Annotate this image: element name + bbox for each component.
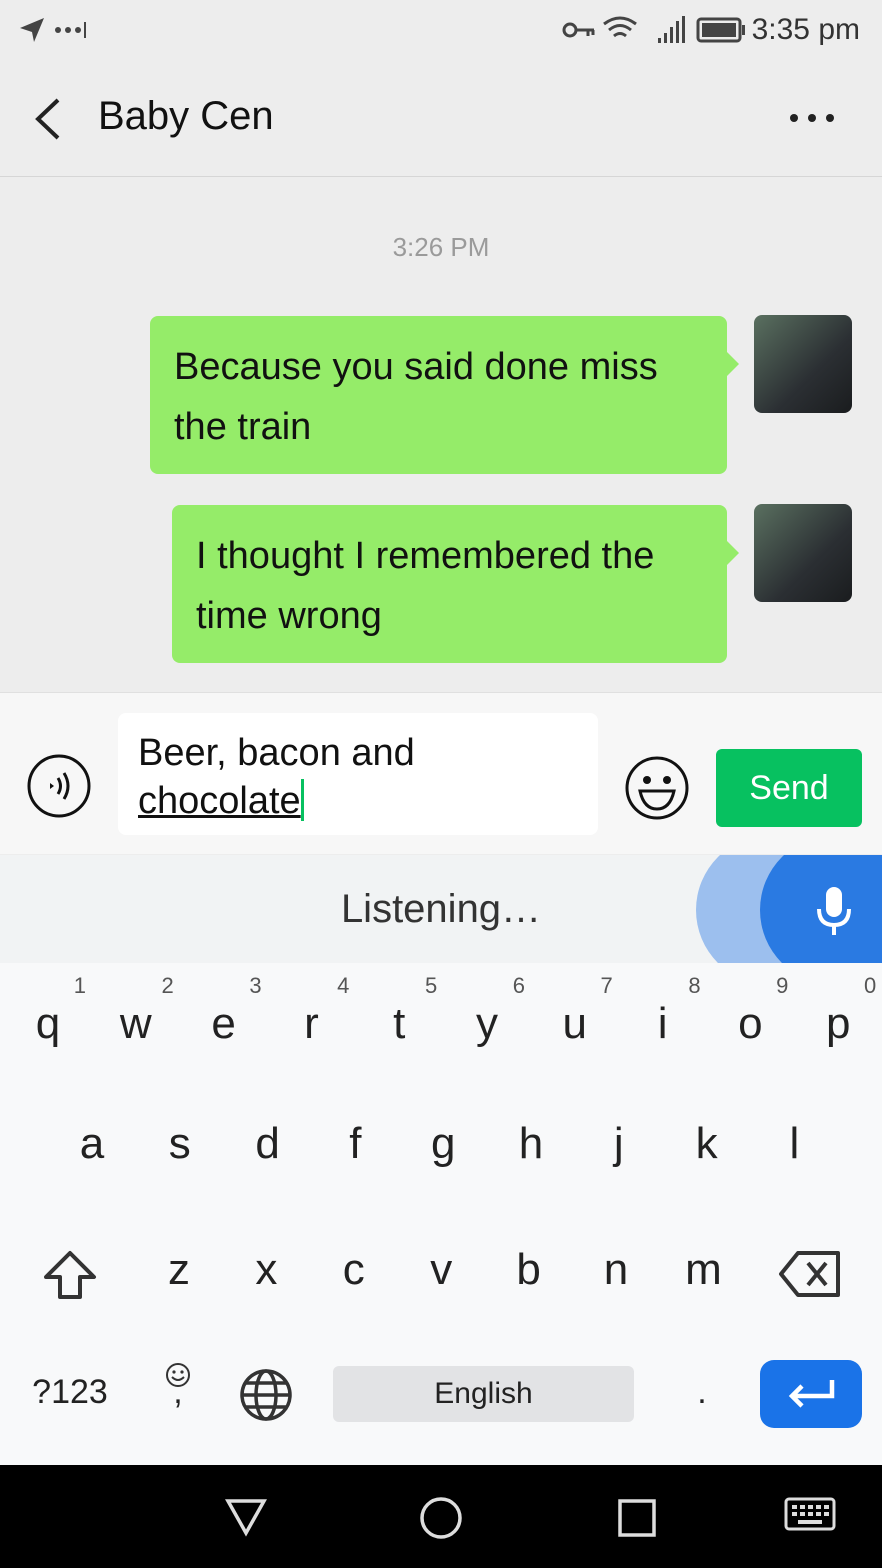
key-hint: 4 bbox=[337, 973, 350, 998]
more-horizontal-icon[interactable] bbox=[786, 110, 838, 126]
message-input[interactable]: Beer, bacon and chocolate bbox=[118, 713, 598, 835]
key-n[interactable]: n bbox=[572, 1245, 660, 1295]
input-line: Beer, bacon and bbox=[138, 732, 415, 774]
voice-input-icon[interactable] bbox=[26, 753, 92, 819]
key-label: q bbox=[35, 999, 61, 1048]
key-hint: 5 bbox=[424, 973, 438, 998]
key-a[interactable]: a bbox=[48, 1119, 136, 1169]
space-bar[interactable]: English bbox=[333, 1366, 634, 1422]
key-b[interactable]: b bbox=[485, 1245, 573, 1295]
backspace-icon[interactable] bbox=[778, 1249, 844, 1299]
keyboard-icon[interactable] bbox=[784, 1497, 836, 1537]
symbols-key[interactable]: ?123 bbox=[26, 1373, 114, 1412]
key-y[interactable]: y6 bbox=[443, 973, 531, 1049]
keyboard: ?123 , English . q1w2e3r4t5y6u7i8o9p0asd… bbox=[0, 963, 882, 1465]
key-q[interactable]: q1 bbox=[4, 973, 92, 1049]
send-icon bbox=[20, 18, 86, 42]
avatar[interactable] bbox=[754, 504, 852, 602]
enter-icon bbox=[788, 1380, 835, 1408]
message-timestamp: 3:26 PM bbox=[392, 232, 490, 262]
chat-header: Baby Cen bbox=[0, 60, 882, 177]
navigation-bar bbox=[0, 1465, 882, 1568]
key-label: w bbox=[119, 999, 152, 1048]
send-button[interactable]: Send bbox=[716, 749, 862, 827]
key-x[interactable]: x bbox=[222, 1245, 310, 1295]
back-triangle-icon[interactable] bbox=[224, 1497, 268, 1537]
input-bar: Beer, bacon and chocolate Send bbox=[0, 692, 882, 854]
key-p[interactable]: p0 bbox=[794, 973, 882, 1049]
home-circle-icon[interactable] bbox=[418, 1495, 464, 1541]
key-l[interactable]: l bbox=[750, 1119, 838, 1169]
key-hint: 7 bbox=[600, 973, 613, 998]
key-hint: 1 bbox=[73, 973, 86, 998]
signal-icon bbox=[658, 16, 685, 43]
key-icon bbox=[562, 22, 595, 38]
clock: 3:35 pm bbox=[751, 13, 860, 46]
input-composing-text: chocolate bbox=[138, 780, 301, 822]
key-g[interactable]: g bbox=[399, 1119, 487, 1169]
key-label: r bbox=[304, 999, 319, 1048]
key-hint: 9 bbox=[776, 973, 789, 998]
key-w[interactable]: w2 bbox=[92, 973, 180, 1049]
key-z[interactable]: z bbox=[135, 1245, 223, 1295]
text-cursor bbox=[300, 779, 304, 821]
system-icons bbox=[562, 16, 745, 43]
key-s[interactable]: s bbox=[136, 1119, 224, 1169]
key-hint: 6 bbox=[512, 973, 525, 998]
chevron-left-icon[interactable] bbox=[30, 96, 64, 142]
key-r[interactable]: r4 bbox=[267, 973, 355, 1049]
key-k[interactable]: k bbox=[663, 1119, 751, 1169]
key-h[interactable]: h bbox=[487, 1119, 575, 1169]
key-hint: 0 bbox=[863, 973, 877, 998]
comma-key[interactable]: , bbox=[134, 1373, 222, 1412]
key-label: t bbox=[393, 999, 406, 1048]
key-f[interactable]: f bbox=[311, 1119, 399, 1169]
key-label: p bbox=[825, 999, 851, 1048]
key-e[interactable]: e3 bbox=[180, 973, 268, 1049]
recents-square-icon[interactable] bbox=[616, 1497, 658, 1539]
wifi-icon bbox=[603, 16, 637, 38]
key-label: o bbox=[738, 999, 763, 1048]
key-label: u bbox=[562, 999, 588, 1048]
message-bubble[interactable]: I thought I remembered the time wrong bbox=[172, 505, 739, 663]
page-title: Baby Cen bbox=[98, 94, 274, 138]
enter-key[interactable] bbox=[760, 1360, 862, 1428]
key-d[interactable]: d bbox=[224, 1119, 312, 1169]
key-hint: 3 bbox=[249, 973, 262, 998]
key-u[interactable]: u7 bbox=[531, 973, 619, 1049]
period-key[interactable]: . bbox=[658, 1373, 746, 1412]
message-bubble[interactable]: Because you said done miss the train bbox=[150, 316, 739, 474]
message-text: I thought I remembered the time wrong bbox=[196, 535, 655, 637]
microphone-icon bbox=[817, 887, 851, 935]
globe-icon[interactable] bbox=[239, 1368, 293, 1422]
key-o[interactable]: o9 bbox=[706, 973, 794, 1049]
key-t[interactable]: t5 bbox=[355, 973, 443, 1049]
key-j[interactable]: j bbox=[575, 1119, 663, 1169]
voice-typing-bar: Listening… bbox=[0, 855, 882, 963]
key-label: y bbox=[476, 999, 498, 1048]
key-label: e bbox=[211, 999, 236, 1048]
avatar[interactable] bbox=[754, 315, 852, 413]
key-label: i bbox=[657, 999, 668, 1048]
battery-icon bbox=[696, 17, 745, 43]
key-c[interactable]: c bbox=[310, 1245, 398, 1295]
emoji-icon[interactable] bbox=[624, 755, 690, 821]
key-hint: 2 bbox=[161, 973, 174, 998]
shift-icon[interactable] bbox=[42, 1249, 98, 1301]
status-bar: 3:35 pm bbox=[0, 0, 882, 60]
key-hint: 8 bbox=[688, 973, 701, 998]
key-v[interactable]: v bbox=[397, 1245, 485, 1295]
key-m[interactable]: m bbox=[659, 1245, 747, 1295]
message-text: Because you said done miss the train bbox=[174, 346, 658, 448]
key-i[interactable]: i8 bbox=[619, 973, 707, 1049]
